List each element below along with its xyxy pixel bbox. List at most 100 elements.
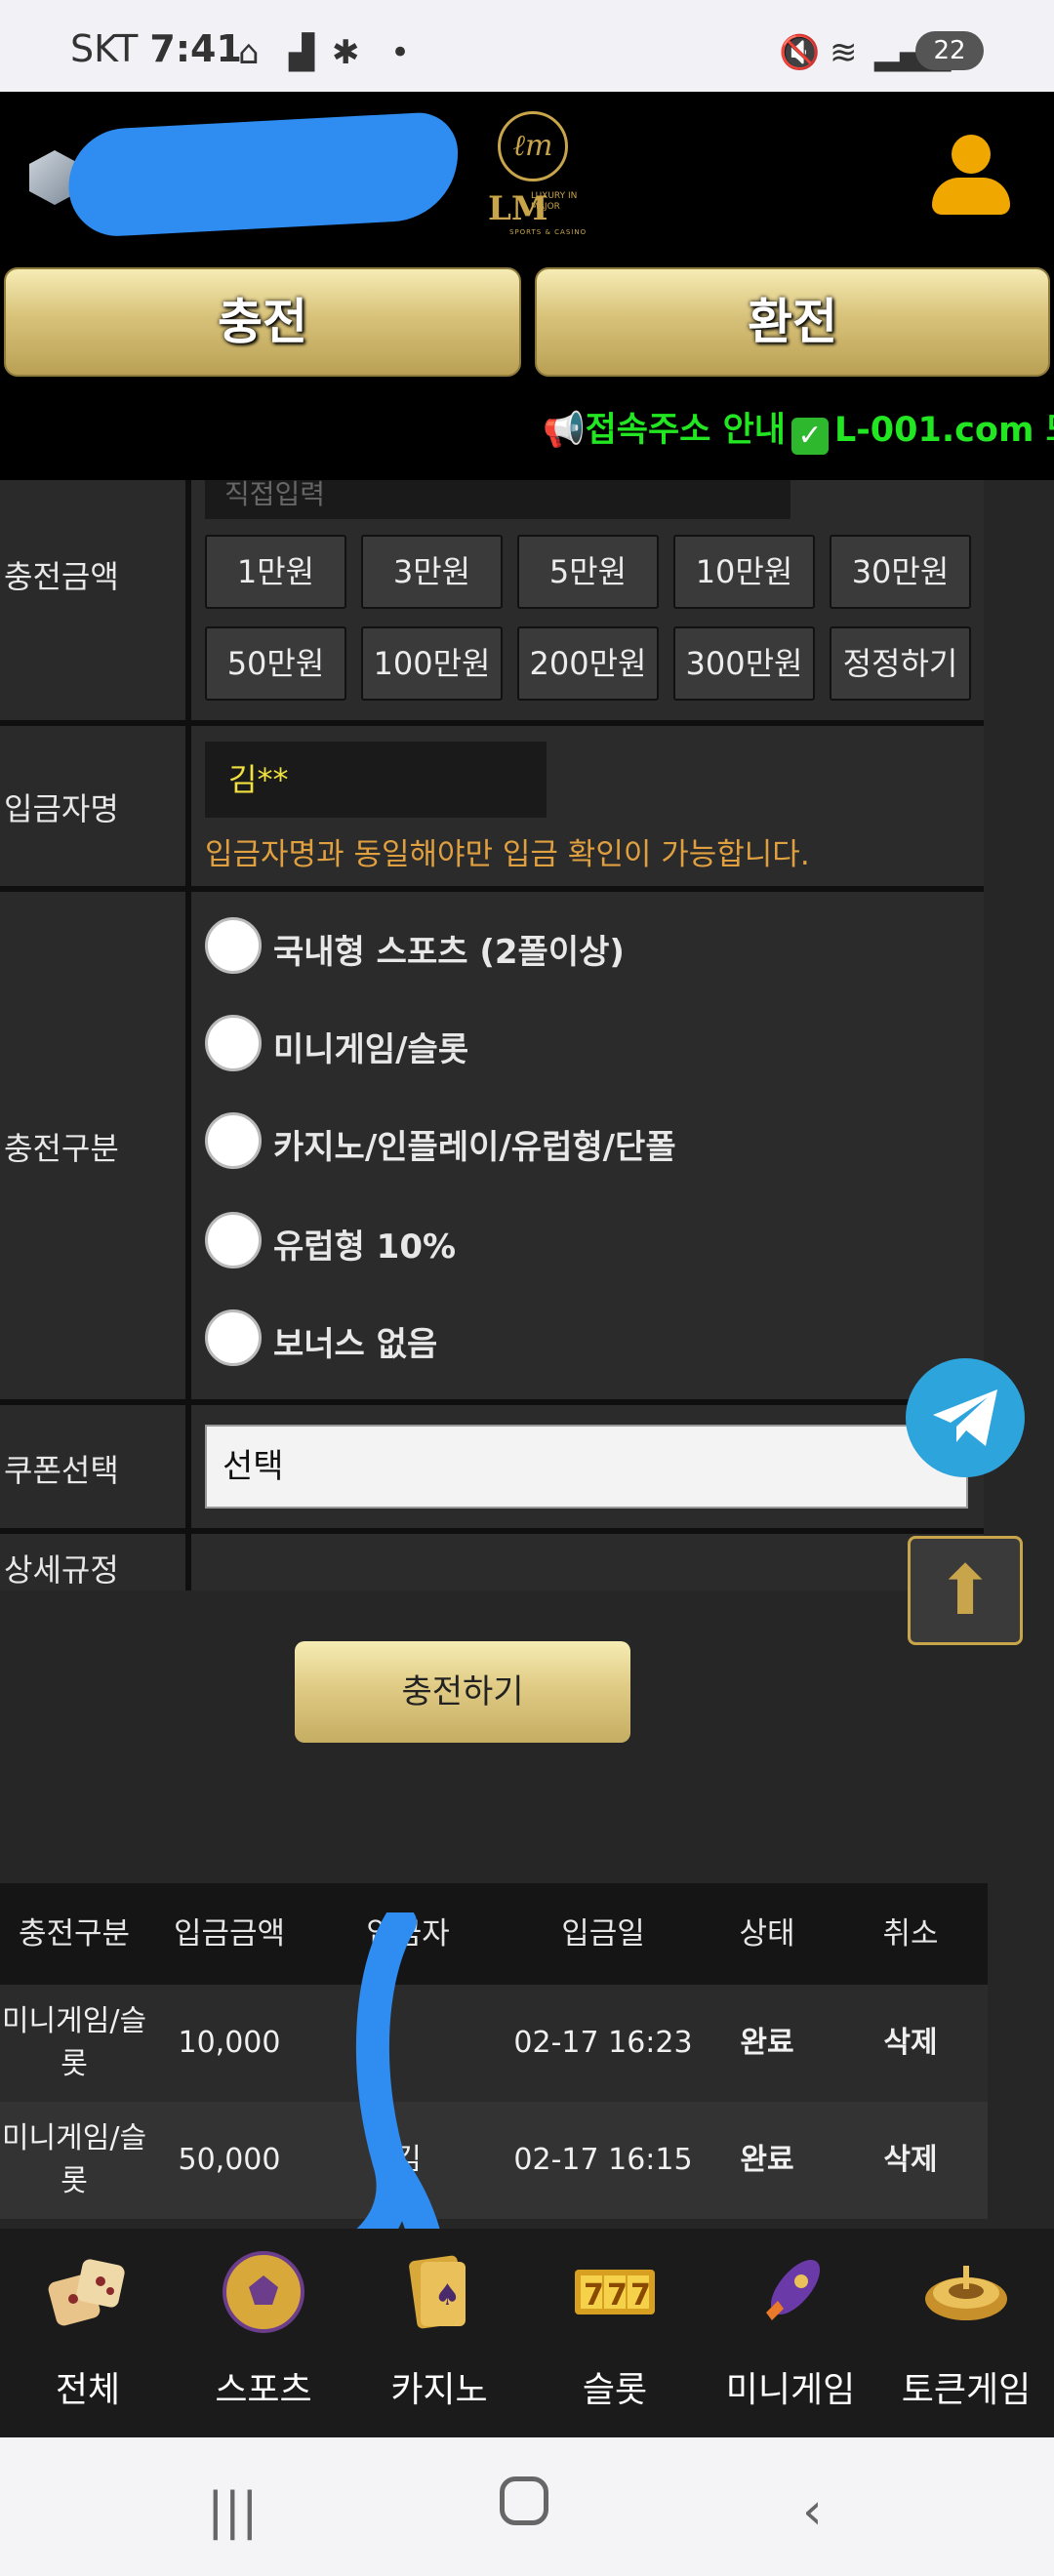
redaction-scribble	[65, 110, 462, 239]
row-type: 미니게임/슬롯	[0, 2102, 148, 2219]
brand-logo-subline: SPORTS & CASINO	[509, 228, 588, 236]
table-row: 미니게임/슬 롯 50,000 김 02-17 16:15 완료 삭제	[0, 2102, 988, 2219]
coupon-label: 쿠폰선택	[4, 1452, 119, 1489]
row-type: 미니게임/슬롯	[0, 1985, 148, 2102]
signal-steps-icon: ▟	[289, 33, 315, 72]
scroll-top-button[interactable]: ⬆	[908, 1536, 1023, 1645]
amount-button-100[interactable]: 100만원	[361, 626, 503, 701]
mute-icon: 🔇	[779, 33, 821, 72]
col-header-type: 충전구분	[18, 1916, 131, 1952]
home-status-icon: ⌂	[238, 33, 260, 72]
amount-button-300[interactable]: 300만원	[673, 626, 815, 701]
coupon-select[interactable]: 선택	[205, 1425, 968, 1509]
sparkle-icon: ✱	[332, 33, 360, 72]
battery-icon: 22	[915, 31, 984, 70]
radio-button[interactable]	[205, 1309, 262, 1366]
type-option-label: 카지노/인플레이/유럽형/단폴	[273, 1128, 676, 1167]
brand-logo[interactable]: ℓm LM LUXURY IN MAJOR SPORTS & CASINO	[488, 111, 605, 238]
depositor-name-field[interactable]: 김**	[205, 742, 547, 818]
row-status: 완료	[740, 2026, 794, 2060]
slot-777-icon: 777	[575, 2270, 655, 2314]
nav-label: 토큰게임	[901, 2370, 1032, 2410]
depositor-note: 입금자명과 동일해야만 입금 확인이 가능합니다.	[205, 837, 810, 872]
nav-label: 미니게임	[725, 2370, 856, 2410]
status-bar: SKT 7:41 ⌂ ▟ ✱ • 🔇 ≋ ▂▄▆ 22	[0, 0, 1054, 92]
user-body-shape	[932, 178, 1010, 215]
arrow-up-icon: ⬆	[936, 1550, 994, 1630]
radio-button[interactable]	[205, 1015, 262, 1071]
radio-button[interactable]	[205, 1112, 262, 1169]
check-icon: ✓	[790, 418, 829, 455]
nav-item-casino[interactable]: ♠ 카지노	[351, 2229, 527, 2437]
nav-label: 전체	[55, 2370, 121, 2410]
nav-item-minigame[interactable]: 미니게임	[703, 2229, 878, 2437]
exchange-button[interactable]: 환전	[535, 267, 1050, 377]
wifi-icon: ≋	[830, 33, 858, 72]
row-date: 02-17 16:15	[513, 2143, 693, 2177]
nav-item-sports[interactable]: 스포츠	[176, 2229, 351, 2437]
row-amount: 10,000	[178, 2026, 281, 2060]
dot-icon: •	[390, 33, 411, 72]
status-carrier-time: SKT 7:41	[70, 27, 242, 70]
row-status: 완료	[740, 2143, 794, 2177]
site-header: ℓm LM LUXURY IN MAJOR SPORTS & CASINO 충전…	[0, 92, 1054, 480]
type-option-label: 미니게임/슬롯	[273, 1030, 469, 1069]
nav-item-slot[interactable]: 777 슬롯	[527, 2229, 703, 2437]
back-icon[interactable]: ‹	[802, 2482, 823, 2541]
col-header-amount: 입금금액	[173, 1916, 286, 1952]
svg-text:7: 7	[584, 2278, 604, 2313]
row-amount: 50,000	[178, 2143, 281, 2177]
brand-logo-tagline: LUXURY IN MAJOR	[531, 191, 578, 212]
radio-button[interactable]	[205, 1212, 262, 1268]
ticker-text: L-001.com 또	[833, 411, 1054, 450]
type-option-label: 유럽형 10%	[273, 1228, 457, 1267]
col-header-date: 입금일	[561, 1916, 645, 1952]
nav-label: 스포츠	[215, 2370, 312, 2410]
radio-button[interactable]	[205, 917, 262, 974]
type-label: 충전구분	[4, 1130, 119, 1167]
telegram-button[interactable]	[906, 1358, 1025, 1477]
amount-label: 충전금액	[4, 558, 119, 595]
carrier-text: SKT	[70, 27, 139, 70]
svg-text:♠: ♠	[434, 2278, 461, 2313]
amount-button-10[interactable]: 10만원	[673, 535, 815, 609]
row-delete-button[interactable]: 삭제	[833, 1985, 988, 2102]
row-type-line2: 롯	[61, 2047, 88, 2081]
type-option-label: 보너스 없음	[273, 1325, 438, 1364]
soccer-ball-icon	[223, 2251, 304, 2333]
home-icon[interactable]	[500, 2476, 548, 2525]
amount-button-5[interactable]: 5만원	[517, 535, 659, 609]
type-option-label: 국내형 스포츠 (2폴이상)	[273, 933, 625, 972]
col-header-status: 상태	[739, 1916, 795, 1952]
user-profile-icon[interactable]	[927, 135, 1015, 222]
amount-reset-button[interactable]: 정정하기	[830, 626, 971, 701]
amount-button-50[interactable]: 50만원	[205, 626, 346, 701]
notice-ticker[interactable]: 📢접속주소 안내 ✓ L-001.com 또	[543, 402, 1054, 455]
telegram-icon	[933, 1389, 997, 1446]
ticker-prefix: 📢접속주소 안내	[543, 411, 786, 450]
amount-button-200[interactable]: 200만원	[517, 626, 659, 701]
user-head-shape	[952, 135, 991, 174]
cards-icon: ♠	[409, 2255, 466, 2329]
row-type-line1: 미니게임/슬	[1, 2004, 147, 2038]
amount-button-30[interactable]: 30만원	[830, 535, 971, 609]
custom-amount-input[interactable]: 직접입력	[205, 480, 790, 519]
nav-label: 슬롯	[582, 2370, 648, 2410]
submit-charge-button[interactable]: 충전하기	[295, 1641, 630, 1743]
row-delete-button[interactable]: 삭제	[833, 2102, 988, 2219]
row-type-line1: 미니게임/슬	[1, 2121, 147, 2155]
amount-button-1[interactable]: 1만원	[205, 535, 346, 609]
history-table-header: 충전구분 입금금액 입금자 입금일 상태 취소	[0, 1883, 988, 1985]
recent-apps-icon[interactable]: |||	[207, 2482, 259, 2541]
dice-icon	[48, 2259, 125, 2326]
row-type-line2: 롯	[61, 2164, 88, 2198]
svg-text:7: 7	[607, 2278, 628, 2313]
system-navigation-bar: ||| ‹	[0, 2437, 1054, 2576]
charge-button[interactable]: 충전	[4, 267, 521, 377]
amount-button-3[interactable]: 3만원	[361, 535, 503, 609]
nav-item-token-game[interactable]: 토큰게임	[878, 2229, 1054, 2437]
roulette-icon	[925, 2266, 1007, 2320]
rules-label: 상세규정	[4, 1551, 119, 1589]
nav-item-all[interactable]: 전체	[0, 2229, 176, 2437]
svg-text:7: 7	[630, 2278, 651, 2313]
